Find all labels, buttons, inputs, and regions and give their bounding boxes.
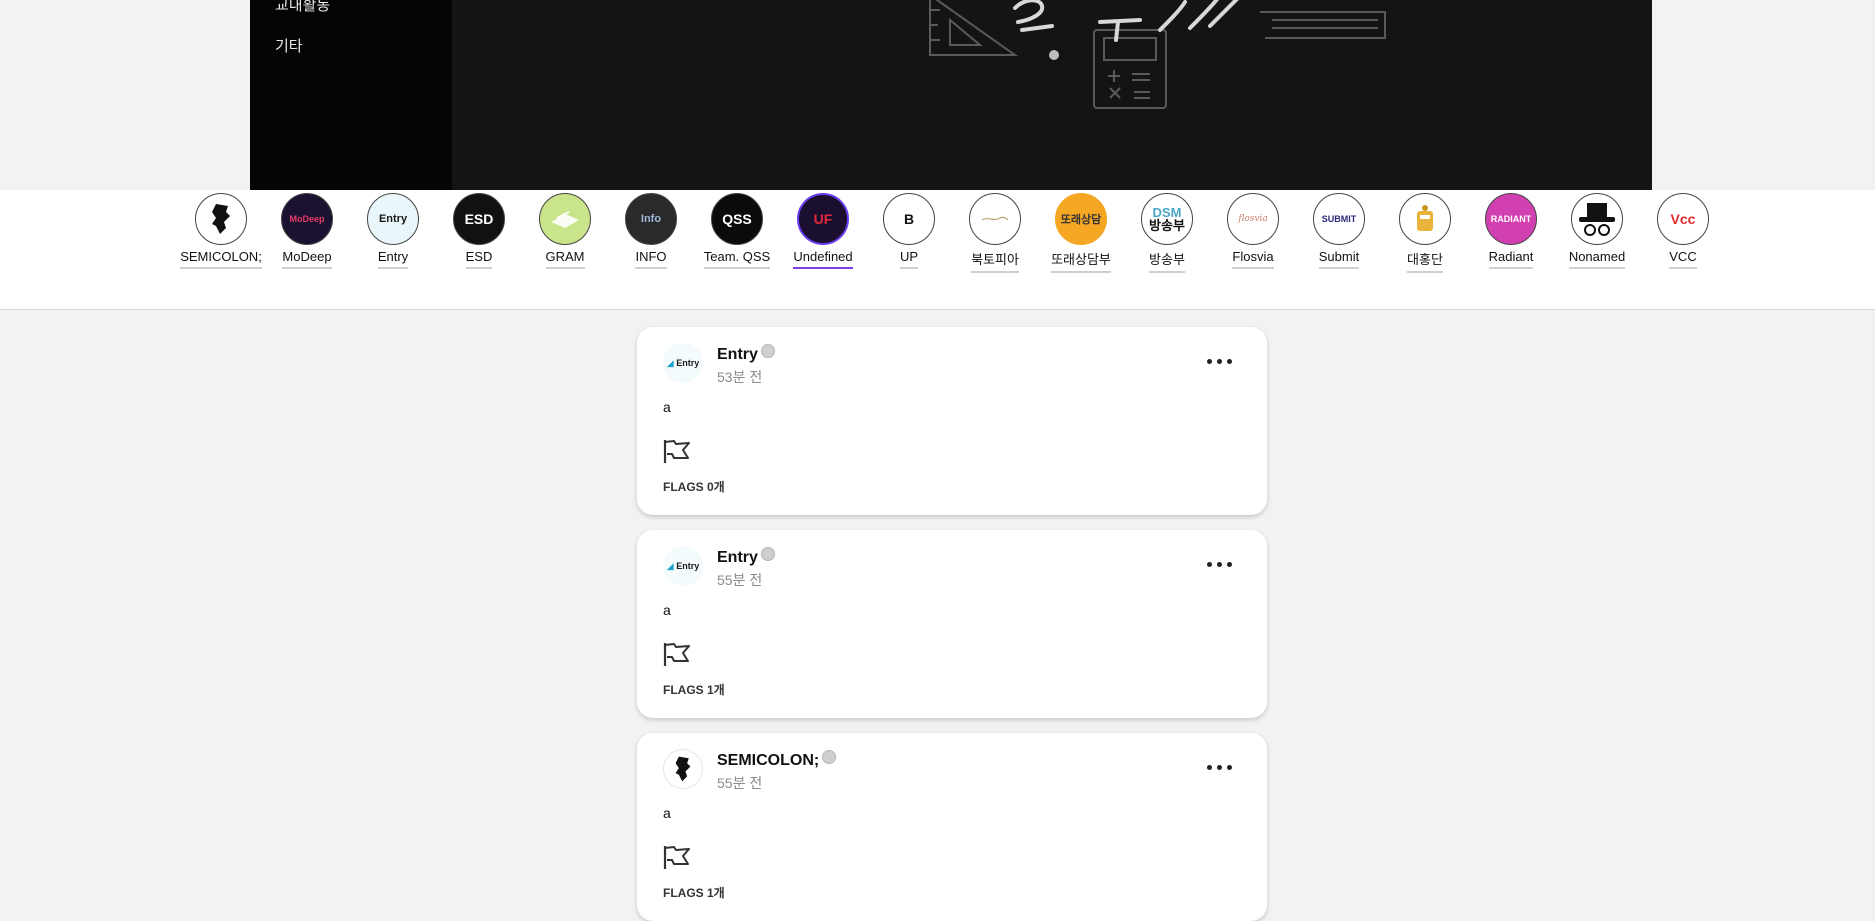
modeep-logo: MoDeep (281, 193, 333, 245)
club-name-label: GRAM (545, 249, 585, 269)
post-author-name: Entry (717, 549, 758, 566)
banner-chalk-illustration (929, 0, 1386, 109)
post-author-name: Entry (717, 346, 758, 363)
club-name-label: UP (899, 249, 919, 269)
post-body: a (663, 399, 671, 415)
club-item[interactable]: Nonamed (1554, 193, 1640, 269)
flags-count: FLAGS 0개 (663, 480, 725, 494)
club-name-label: MoDeep (282, 249, 332, 269)
post-card: SEMICOLON; 55분 전 a FLAGS 1개 (637, 733, 1267, 921)
club-name-label: 대홍단 (1407, 249, 1443, 273)
undefined-logo: UF (797, 193, 849, 245)
post-card: ◢ Entry Entry 53분 전 a FLAGS 0개 (637, 327, 1267, 515)
qss-logo: QSS (711, 193, 763, 245)
club-name-label: Entry (377, 249, 409, 269)
menu-item-school-activities[interactable]: 교내활동 (275, 0, 330, 15)
post-timestamp: 55분 전 (717, 572, 763, 588)
club-item[interactable]: 또래상담또래상담부 (1038, 193, 1124, 273)
post-card: ◢ Entry Entry 55분 전 a FLAGS 1개 (637, 530, 1267, 718)
club-name-label: 또래상담부 (1051, 249, 1111, 273)
club-name-label: Undefined (793, 249, 853, 269)
post-author[interactable]: SEMICOLON; (717, 750, 837, 770)
info-logo: Info (625, 193, 677, 245)
verified-badge-icon (760, 344, 775, 358)
more-options-button[interactable] (1207, 763, 1233, 771)
club-name-label: Radiant (1488, 249, 1534, 269)
entry-avatar[interactable]: ◢ Entry (663, 546, 703, 586)
club-item[interactable]: Vcc VCC (1640, 193, 1726, 269)
flag-icon[interactable] (662, 844, 692, 870)
vcc-logo: Vcc (1657, 193, 1709, 245)
flags-count: FLAGS 1개 (663, 886, 725, 900)
flags-count: FLAGS 1개 (663, 683, 725, 697)
korea-map-icon (195, 193, 247, 245)
post-body: a (663, 805, 671, 821)
club-name-label: VCC (1669, 249, 1697, 269)
top-banner: 교내활동 기타 (250, 0, 1652, 190)
club-name-label: Submit (1318, 249, 1360, 269)
esd-logo: ESD (453, 193, 505, 245)
more-options-button[interactable] (1207, 357, 1233, 365)
club-item[interactable]: B UP (866, 193, 952, 269)
club-name-label: ESD (465, 249, 493, 269)
club-name-label: INFO (635, 249, 667, 269)
post-author[interactable]: Entry (717, 344, 775, 364)
flag-icon[interactable] (662, 641, 692, 667)
club-item[interactable]: ESD ESD (436, 193, 522, 269)
banner-side-menu: 교내활동 기타 (250, 0, 452, 190)
club-item[interactable]: SUBMIT Submit (1296, 193, 1382, 269)
club-item[interactable]: UF Undefined (780, 193, 866, 269)
entry-logo: Entry (367, 193, 419, 245)
club-item[interactable]: 북토피아 (952, 193, 1038, 273)
club-item[interactable]: flosvia Flosvia (1210, 193, 1296, 269)
semicolon-avatar[interactable] (663, 749, 703, 789)
club-name-label: Team. QSS (703, 249, 771, 269)
club-name-label: SEMICOLON; (180, 249, 262, 269)
verified-badge-icon (822, 750, 837, 764)
menu-item-etc[interactable]: 기타 (275, 35, 303, 56)
post-author-name: SEMICOLON; (717, 752, 820, 769)
more-options-button[interactable] (1207, 560, 1233, 568)
club-item[interactable]: SEMICOLON; (178, 193, 264, 269)
gram-logo (539, 193, 591, 245)
club-item[interactable]: RADIANT Radiant (1468, 193, 1554, 269)
flosvia-logo: flosvia (1227, 193, 1279, 245)
club-name-label: Flosvia (1232, 249, 1274, 269)
club-item[interactable]: Entry Entry (350, 193, 436, 269)
hat-logo (1571, 193, 1623, 245)
broadcast-logo: DSM 방송부 (1141, 193, 1193, 245)
flag-icon[interactable] (662, 438, 692, 464)
club-item[interactable]: GRAM (522, 193, 608, 269)
club-name-label: Nonamed (1568, 249, 1626, 269)
club-item[interactable]: 대홍단 (1382, 193, 1468, 273)
radiant-logo: RADIANT (1485, 193, 1537, 245)
club-name-label: 북토피아 (971, 249, 1019, 273)
entry-avatar[interactable]: ◢ Entry (663, 343, 703, 383)
post-body: a (663, 602, 671, 618)
club-item[interactable]: Info INFO (608, 193, 694, 269)
club-item[interactable]: MoDeep MoDeep (264, 193, 350, 269)
submit-logo: SUBMIT (1313, 193, 1365, 245)
peer-counsel-logo: 또래상담 (1055, 193, 1107, 245)
booktopia-logo (969, 193, 1021, 245)
post-timestamp: 55분 전 (717, 775, 763, 791)
up-logo: B (883, 193, 935, 245)
club-selector-strip: SEMICOLON; MoDeep MoDeep Entry Entry ESD ESD GR… (0, 190, 1875, 310)
post-author[interactable]: Entry (717, 547, 775, 567)
post-timestamp: 53분 전 (717, 369, 763, 385)
club-name-label: 방송부 (1149, 249, 1185, 273)
club-item[interactable]: QSS Team. QSS (694, 193, 780, 269)
daehongdan-logo (1399, 193, 1451, 245)
club-item[interactable]: DSM 방송부방송부 (1124, 193, 1210, 273)
verified-badge-icon (760, 547, 775, 561)
